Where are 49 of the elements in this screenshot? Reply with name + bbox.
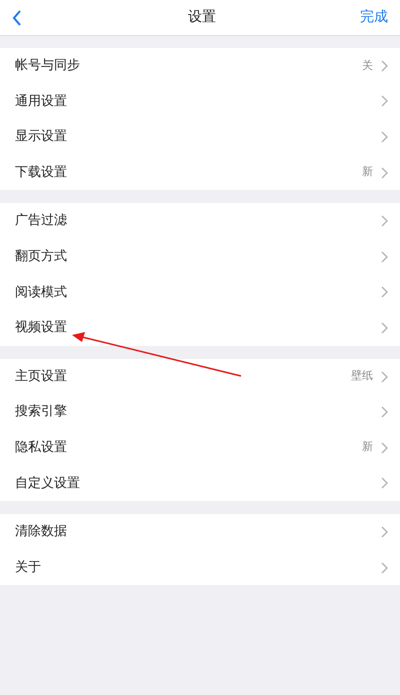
chevron-icon (381, 370, 388, 383)
chevron-icon (381, 286, 388, 298)
row-label: 关于 (15, 558, 42, 577)
done-button[interactable]: 完成 (360, 7, 388, 28)
row-label: 隐私设置 (15, 438, 68, 457)
chevron-icon (381, 477, 388, 490)
row-label: 搜索引擎 (15, 403, 68, 422)
row-label: 通用设置 (15, 92, 68, 111)
chevron-icon (381, 130, 388, 143)
page-title: 设置 (188, 8, 216, 27)
row-label: 广告过滤 (15, 212, 68, 230)
row-value: 新 (362, 439, 373, 456)
row-label: 自定义设置 (15, 474, 81, 493)
row-label: 翻页方式 (15, 248, 68, 266)
chevron-icon (381, 95, 388, 108)
chevron-icon (381, 215, 388, 228)
chevron-icon (381, 442, 388, 454)
settings-row[interactable]: 广告过滤 (0, 203, 400, 239)
row-label: 下载设置 (15, 164, 68, 182)
chevron-icon (381, 526, 388, 538)
row-label: 帐号与同步 (15, 57, 81, 76)
settings-row[interactable]: 视频设置 (0, 310, 400, 346)
settings-row[interactable]: 隐私设置 新 (0, 430, 400, 466)
row-value: 新 (362, 164, 373, 180)
chevron-icon (381, 406, 388, 418)
row-label: 主页设置 (15, 368, 68, 386)
settings-row[interactable]: 通用设置 (0, 84, 400, 120)
row-label: 显示设置 (15, 128, 68, 146)
settings-row[interactable]: 翻页方式 (0, 238, 400, 275)
settings-row[interactable]: 显示设置 (0, 119, 400, 155)
back-icon (12, 10, 22, 26)
settings-row[interactable]: 清除数据 (0, 514, 400, 550)
row-value: 壁纸 (351, 368, 373, 384)
chevron-icon (381, 60, 388, 72)
settings-row[interactable]: 自定义设置 (0, 466, 400, 502)
settings-row[interactable]: 帐号与同步 关 (0, 48, 400, 84)
chevron-icon (381, 322, 388, 334)
settings-row[interactable]: 阅读模式 (0, 274, 400, 310)
row-value: 关 (362, 58, 373, 74)
settings-row[interactable]: 关于 (0, 550, 400, 586)
settings-row[interactable]: 下载设置 新 (0, 154, 400, 190)
row-label: 清除数据 (15, 523, 68, 542)
settings-row[interactable]: 主页设置 壁纸 (0, 358, 400, 394)
row-label: 视频设置 (15, 319, 68, 338)
chevron-icon (381, 166, 388, 179)
settings-row[interactable]: 搜索引擎 (0, 394, 400, 430)
chevron-icon (381, 562, 388, 574)
chevron-icon (381, 250, 388, 263)
row-label: 阅读模式 (15, 284, 68, 302)
